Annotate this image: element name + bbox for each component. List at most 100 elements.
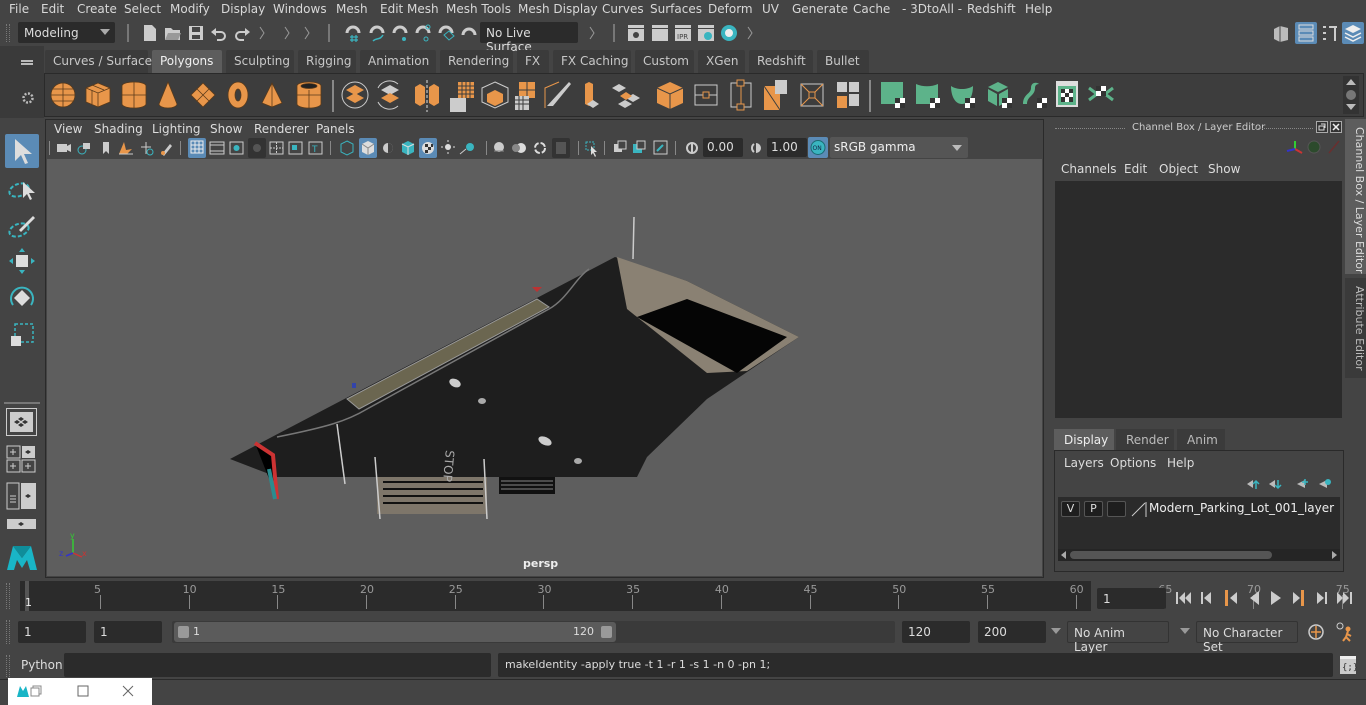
menu-mesh-tools[interactable]: Mesh Tools	[446, 2, 511, 16]
make-live-icon[interactable]	[459, 23, 479, 43]
open-scene-icon[interactable]	[164, 25, 182, 41]
menu-create[interactable]: Create	[77, 2, 117, 16]
mirror-icon[interactable]	[415, 80, 439, 112]
poly-plane-icon[interactable]	[190, 82, 216, 108]
new-scene-icon[interactable]	[142, 24, 158, 42]
step-forward-frame-icon[interactable]	[1317, 592, 1327, 604]
shelf-tab-fx-caching[interactable]: FX Caching	[553, 50, 631, 73]
scroll-thumb[interactable]	[1070, 551, 1272, 559]
collapse-arrow-icon[interactable]	[283, 25, 291, 41]
shelf-scrollbar[interactable]	[1343, 76, 1359, 114]
viewport-menu-shading[interactable]: Shading	[94, 122, 143, 136]
layer-color-swatch-icon[interactable]	[1131, 501, 1147, 517]
wireframe-icon[interactable]	[340, 140, 354, 156]
menu-select[interactable]: Select	[124, 2, 161, 16]
select-camera-icon[interactable]	[57, 144, 71, 152]
menu-mesh-display[interactable]: Mesh Display	[518, 2, 598, 16]
side-tab-attribute-editor[interactable]: Attribute Editor	[1345, 278, 1366, 378]
maximize-window-icon[interactable]	[77, 685, 89, 697]
lock-camera-icon[interactable]	[77, 143, 90, 155]
step-forward-key-icon[interactable]	[1293, 590, 1304, 606]
snap-to-projected-center-icon[interactable]	[413, 23, 433, 43]
gamma-icon[interactable]	[749, 141, 763, 155]
render-view-icon[interactable]	[627, 24, 645, 42]
menu-curves[interactable]: Curves	[602, 2, 644, 16]
unfold-uv-icon[interactable]	[1023, 82, 1047, 108]
collapse-arrow-icon[interactable]	[588, 25, 596, 41]
edit-menu[interactable]: Edit	[1124, 162, 1147, 176]
combine-icon[interactable]	[341, 81, 369, 109]
viewport-menu-renderer[interactable]: Renderer	[254, 122, 309, 136]
textured-icon[interactable]	[422, 142, 434, 154]
single-pane-layout-button[interactable]	[6, 408, 37, 436]
color-space-dropdown[interactable]: sRGB gamma	[830, 137, 968, 158]
resolution-gate-icon[interactable]	[229, 141, 244, 155]
multi-cut-icon[interactable]	[544, 81, 571, 108]
layer-visibility-toggle[interactable]: V	[1061, 501, 1080, 517]
step-back-key-icon[interactable]	[1225, 590, 1237, 606]
image-plane-icon[interactable]	[119, 142, 133, 155]
insert-edge-loop-icon[interactable]	[694, 84, 718, 106]
new-layer-icon[interactable]	[1297, 479, 1308, 488]
scroll-right-icon[interactable]	[1332, 551, 1337, 559]
show-menu[interactable]: Show	[1208, 162, 1240, 176]
channels-menu[interactable]: Channels	[1061, 162, 1117, 176]
animation-end-field[interactable]: 200	[978, 621, 1046, 643]
shelf-tab-animation[interactable]: Animation	[360, 50, 436, 73]
color-management-toggle[interactable]: ON	[808, 137, 828, 158]
viewport-menu-lighting[interactable]: Lighting	[152, 122, 201, 136]
drag-handle[interactable]	[1255, 128, 1313, 130]
shelf-tab-polygons[interactable]: Polygons	[152, 50, 222, 73]
safe-action-icon[interactable]	[288, 141, 303, 155]
range-slider-track[interactable]: 1 120	[172, 621, 895, 643]
anti-aliasing-icon[interactable]	[534, 142, 546, 154]
tab-anim[interactable]: Anim	[1177, 429, 1225, 450]
shelf-tab-rendering[interactable]: Rendering	[440, 50, 513, 73]
exposure-icon[interactable]	[686, 142, 698, 154]
shelf-tab-curves-surfaces[interactable]: Curves / Surfaces	[45, 50, 158, 73]
anim-layer-chevron-icon[interactable]	[1051, 628, 1061, 634]
xray-joints-icon[interactable]	[633, 140, 646, 153]
go-to-start-icon[interactable]	[1176, 592, 1191, 604]
automatic-uv-icon[interactable]	[988, 82, 1012, 108]
character-set-dropdown[interactable]: No Character Set	[1196, 621, 1298, 654]
hypershade-icon[interactable]	[719, 23, 739, 43]
script-editor-icon[interactable]: {;}	[1339, 655, 1357, 675]
gamma-field[interactable]: 1.00	[767, 138, 807, 157]
range-start-handle[interactable]	[178, 626, 189, 638]
side-tab-channel-box[interactable]: Channel Box / Layer Editor	[1345, 119, 1366, 274]
drag-handle[interactable]	[1055, 128, 1125, 130]
render-current-frame-icon[interactable]	[651, 24, 669, 42]
scale-tool[interactable]	[5, 318, 39, 352]
modeling-toolkit-icon[interactable]	[1272, 24, 1290, 42]
shaded-wireframe-icon[interactable]	[401, 141, 415, 155]
move-layer-up-icon[interactable]	[1247, 479, 1260, 489]
isolate-select-icon[interactable]	[585, 141, 597, 157]
close-panel-icon[interactable]	[1330, 121, 1342, 133]
field-chart-icon[interactable]	[269, 141, 284, 155]
safe-title-icon[interactable]: T	[308, 141, 323, 155]
bevel-icon[interactable]	[656, 82, 684, 109]
poly-pipe-icon[interactable]	[296, 81, 322, 109]
range-slider-bar[interactable]: 1 120	[174, 622, 616, 642]
hyperbolic-icon[interactable]	[1327, 139, 1341, 155]
graph-layout-button[interactable]	[6, 518, 37, 532]
menu-file[interactable]: File	[9, 2, 29, 16]
collapse-arrow-icon[interactable]	[746, 25, 754, 41]
film-gate-icon[interactable]	[209, 141, 225, 155]
layers-menu[interactable]: Layers	[1064, 456, 1104, 470]
menu-display[interactable]: Display	[221, 2, 265, 16]
ipr-render-icon[interactable]: IPR	[674, 24, 692, 42]
menu-surfaces[interactable]: Surfaces	[650, 2, 702, 16]
playback-start-field[interactable]: 1	[94, 621, 162, 643]
3d-viewport[interactable]: STOP y x z persp	[47, 159, 1042, 576]
help-menu[interactable]: Help	[1167, 456, 1194, 470]
separate-icon[interactable]	[377, 80, 399, 110]
menu-help[interactable]: Help	[1025, 2, 1052, 16]
outliner-layout-button[interactable]	[6, 482, 37, 510]
use-all-lights-icon[interactable]	[441, 140, 455, 154]
new-layer-selected-icon[interactable]	[1319, 479, 1331, 488]
layout-uv-icon[interactable]	[1088, 86, 1114, 102]
menu-windows[interactable]: Windows	[273, 2, 327, 16]
float-panel-icon[interactable]	[1316, 121, 1328, 133]
